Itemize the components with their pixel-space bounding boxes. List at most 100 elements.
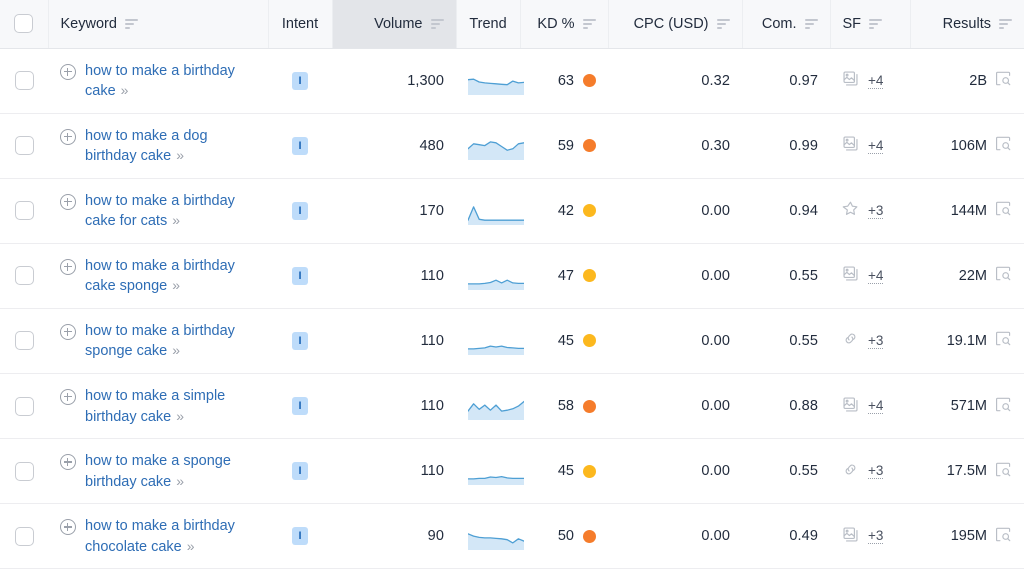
column-header-kd[interactable]: KD % <box>520 0 609 49</box>
sort-icon[interactable] <box>804 18 818 29</box>
chevron-double-right-icon[interactable]: » <box>176 147 184 163</box>
trend-cell[interactable] <box>456 243 524 309</box>
sort-icon[interactable] <box>582 18 596 29</box>
chevron-double-right-icon[interactable]: » <box>176 473 184 489</box>
column-header-com-label: Com. <box>761 15 797 32</box>
row-checkbox[interactable] <box>14 396 34 416</box>
table-row[interactable]: how to make a dog birthday cake» I 480 59 0.… <box>0 113 1024 179</box>
column-header-com[interactable]: Com. <box>742 0 831 49</box>
serp-preview-icon[interactable] <box>995 201 1012 220</box>
table-row[interactable]: how to make a birthday chocolate cake» I 9… <box>0 503 1024 569</box>
results-value: 106M <box>950 137 987 154</box>
sf-more-count[interactable]: +4 <box>868 138 884 154</box>
sf-more-count[interactable]: +3 <box>868 333 884 349</box>
link-icon[interactable] <box>842 461 859 482</box>
row-checkbox[interactable] <box>14 136 34 156</box>
row-checkbox[interactable] <box>14 266 34 286</box>
chevron-double-right-icon[interactable]: » <box>172 342 180 358</box>
keyword-link[interactable]: how to make a birthday cake for cats» <box>85 192 245 232</box>
sf-more-count[interactable]: +4 <box>868 73 884 89</box>
serp-preview-icon[interactable] <box>995 397 1012 416</box>
keyword-link[interactable]: how to make a birthday sponge cake» <box>85 322 245 362</box>
serp-preview-icon[interactable] <box>995 136 1012 155</box>
column-header-volume[interactable]: Volume <box>332 0 457 49</box>
trend-cell[interactable] <box>456 113 524 179</box>
images-icon[interactable] <box>842 526 859 547</box>
chevron-double-right-icon[interactable]: » <box>187 538 195 554</box>
serp-preview-icon[interactable] <box>995 71 1012 90</box>
keyword-link[interactable]: how to make a sponge birthday cake» <box>85 452 245 492</box>
plus-circle-icon[interactable] <box>60 323 76 340</box>
serp-preview-icon[interactable] <box>995 331 1012 350</box>
plus-circle-icon[interactable] <box>60 519 76 536</box>
table-row[interactable]: how to make a birthday sponge cake» I 110 4… <box>0 308 1024 374</box>
sf-more-count[interactable]: +4 <box>868 398 884 415</box>
chevron-double-right-icon[interactable]: » <box>172 277 180 293</box>
images-icon[interactable] <box>842 135 859 156</box>
plus-circle-icon[interactable] <box>60 128 76 145</box>
serp-preview-icon[interactable] <box>995 266 1012 285</box>
trend-cell[interactable] <box>456 308 524 374</box>
column-header-cpc[interactable]: CPC (USD) <box>608 0 743 49</box>
serp-preview-icon[interactable] <box>995 527 1012 546</box>
sort-icon[interactable] <box>430 18 444 29</box>
plus-circle-icon[interactable] <box>60 258 76 275</box>
intent-badge[interactable]: I <box>292 266 308 285</box>
column-header-sf[interactable]: SF <box>830 0 911 49</box>
table-row[interactable]: how to make a birthday cake for cats» I 17… <box>0 178 1024 244</box>
sf-more-count[interactable]: +4 <box>868 268 884 284</box>
trend-cell[interactable] <box>456 438 524 505</box>
row-checkbox[interactable] <box>14 71 34 91</box>
keyword-link[interactable]: how to make a birthday cake sponge» <box>85 257 245 297</box>
sort-icon[interactable] <box>869 18 883 29</box>
intent-badge[interactable]: I <box>292 71 308 90</box>
keyword-link[interactable]: how to make a simple birthday cake» <box>85 387 245 427</box>
row-checkbox[interactable] <box>14 201 34 221</box>
intent-badge[interactable]: I <box>292 331 308 350</box>
select-all-checkbox[interactable] <box>14 14 34 34</box>
column-header-keyword-label: Keyword <box>60 15 117 32</box>
row-checkbox[interactable] <box>14 461 34 481</box>
chevron-double-right-icon[interactable]: » <box>121 82 129 98</box>
keyword-link[interactable]: how to make a birthday chocolate cake» <box>85 517 245 557</box>
plus-circle-icon[interactable] <box>60 454 76 471</box>
table-row[interactable]: how to make a simple birthday cake» I 110 5… <box>0 373 1024 440</box>
sort-icon[interactable] <box>124 18 138 29</box>
intent-badge[interactable]: I <box>292 527 308 546</box>
sf-more-count[interactable]: +3 <box>868 528 884 545</box>
intent-badge[interactable]: I <box>292 397 308 416</box>
column-header-results[interactable]: Results <box>910 0 1024 49</box>
table-row[interactable]: how to make a birthday cake sponge» I 110 4… <box>0 243 1024 309</box>
plus-circle-icon[interactable] <box>60 193 76 210</box>
images-icon[interactable] <box>842 265 859 286</box>
serp-preview-icon[interactable] <box>995 462 1012 481</box>
column-header-keyword[interactable]: Keyword <box>48 0 269 49</box>
row-checkbox[interactable] <box>14 331 34 351</box>
trend-cell[interactable] <box>456 48 524 114</box>
intent-badge[interactable]: I <box>292 462 308 481</box>
star-icon[interactable] <box>842 200 859 221</box>
images-icon[interactable] <box>842 396 859 417</box>
sort-icon[interactable] <box>716 18 730 29</box>
chevron-double-right-icon[interactable]: » <box>176 408 184 424</box>
sf-more-count[interactable]: +3 <box>868 463 884 480</box>
link-icon[interactable] <box>842 330 859 351</box>
keyword-link[interactable]: how to make a birthday cake» <box>85 62 245 102</box>
table-row[interactable]: how to make a sponge birthday cake» I 110 4… <box>0 438 1024 505</box>
column-header-trend[interactable]: Trend <box>456 0 521 49</box>
row-checkbox[interactable] <box>14 526 34 546</box>
trend-cell[interactable] <box>456 178 524 244</box>
sort-icon[interactable] <box>999 18 1012 29</box>
images-icon[interactable] <box>842 70 859 91</box>
keyword-link[interactable]: how to make a dog birthday cake» <box>85 127 245 167</box>
intent-badge[interactable]: I <box>292 136 308 155</box>
plus-circle-icon[interactable] <box>60 63 76 80</box>
trend-cell[interactable] <box>456 503 524 569</box>
trend-cell[interactable] <box>456 373 524 440</box>
table-row[interactable]: how to make a birthday cake» I 1,300 63 0.32… <box>0 48 1024 114</box>
chevron-double-right-icon[interactable]: » <box>172 212 180 228</box>
plus-circle-icon[interactable] <box>60 389 76 406</box>
sf-more-count[interactable]: +3 <box>868 203 884 219</box>
intent-badge[interactable]: I <box>292 201 308 220</box>
column-header-intent[interactable]: Intent <box>268 0 333 49</box>
